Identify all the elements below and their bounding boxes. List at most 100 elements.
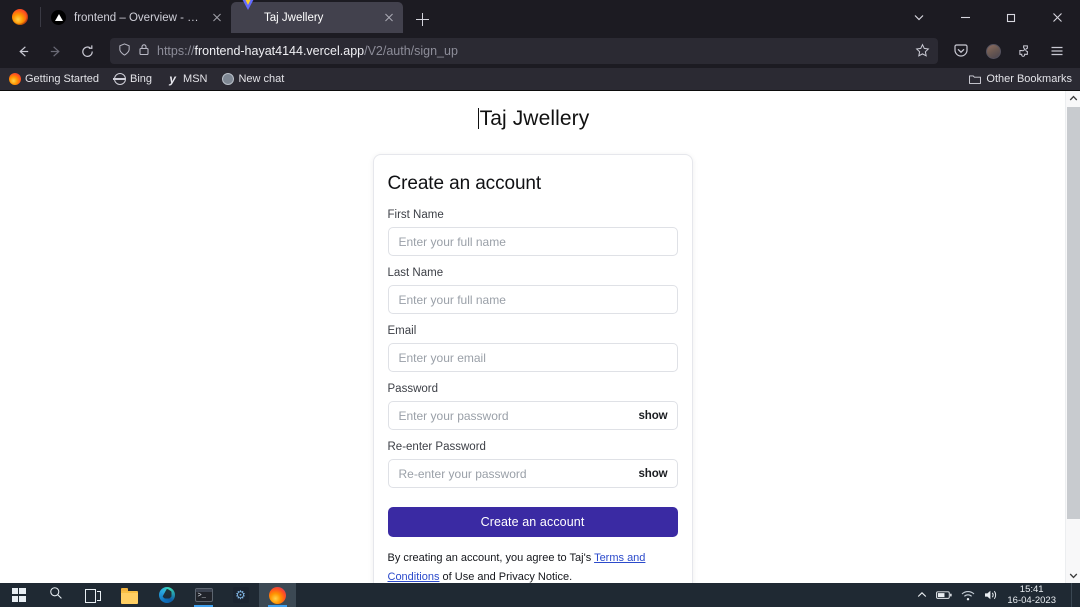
password-label: Password	[387, 383, 439, 395]
scroll-up-arrow-icon[interactable]	[1066, 91, 1080, 106]
account-avatar-icon[interactable]	[978, 37, 1008, 65]
email-input[interactable]	[387, 343, 678, 372]
clock-time: 15:41	[1019, 584, 1044, 595]
bookmark-bing[interactable]: Bing	[113, 73, 152, 86]
terminal-icon	[194, 588, 213, 602]
app-menu-icon[interactable]	[1042, 37, 1072, 65]
shield-icon[interactable]	[118, 43, 131, 59]
extensions-icon[interactable]	[1010, 37, 1040, 65]
taskbar-clock[interactable]: 15:41 16-04-2023	[1007, 584, 1056, 606]
bookmark-label: Getting Started	[25, 73, 99, 85]
field-first-name: First Name	[387, 209, 678, 256]
firefox-window: frontend – Overview - Vercel Taj Jweller…	[0, 0, 1080, 583]
pocket-icon[interactable]	[946, 37, 976, 65]
page-scrollbar[interactable]	[1065, 91, 1080, 583]
taskbar-firefox[interactable]	[259, 583, 296, 607]
lock-icon[interactable]	[138, 43, 150, 59]
restore-button[interactable]	[988, 0, 1034, 34]
address-bar[interactable]: https://frontend-hayat4144.vercel.app/V2…	[110, 38, 938, 64]
other-bookmarks-folder[interactable]: Other Bookmarks	[968, 73, 1072, 86]
bookmark-star-icon[interactable]	[915, 43, 930, 61]
new-tab-button[interactable]	[407, 4, 437, 34]
field-reenter-password: Re-enter Password show	[387, 441, 678, 488]
show-hidden-icons-chevron-up-icon[interactable]	[917, 590, 927, 600]
toggle-password-visibility-button[interactable]: show	[639, 410, 668, 422]
forward-icon[interactable]	[40, 37, 70, 65]
last-name-input[interactable]	[387, 285, 678, 314]
wifi-icon[interactable]	[961, 590, 975, 601]
bookmark-label: Bing	[130, 73, 153, 85]
browser-tab-taj-jwellery[interactable]: Taj Jwellery	[231, 0, 403, 33]
reenter-password-label: Re-enter Password	[387, 441, 486, 453]
toggle-reenter-password-visibility-button[interactable]: show	[639, 468, 668, 480]
chat-icon	[221, 73, 234, 86]
folder-icon	[121, 588, 138, 604]
vercel-icon	[51, 10, 66, 25]
page-content: Taj Jwellery Create an account First Nam…	[0, 90, 1080, 583]
gear-icon: ⚙	[232, 587, 249, 603]
last-name-label: Last Name	[387, 267, 444, 279]
taskbar-settings[interactable]: ⚙	[222, 583, 259, 607]
browser-tab-vercel[interactable]: frontend – Overview - Vercel	[41, 2, 231, 33]
bookmark-msn[interactable]: y MSN	[166, 73, 207, 86]
minimize-button[interactable]	[942, 0, 988, 34]
tab-strip: frontend – Overview - Vercel Taj Jweller…	[0, 0, 1080, 34]
terms-prefix: By creating an account, you agree to Taj…	[387, 552, 592, 564]
search-icon	[49, 586, 63, 605]
msn-icon: y	[169, 72, 176, 86]
scrollbar-thumb[interactable]	[1067, 107, 1080, 519]
scroll-down-arrow-icon[interactable]	[1066, 568, 1080, 583]
other-bookmarks-label: Other Bookmarks	[986, 73, 1072, 85]
page-title: Taj Jwellery	[477, 107, 590, 130]
show-desktop-button[interactable]	[1071, 583, 1072, 607]
close-tab-icon[interactable]	[381, 10, 397, 26]
bookmark-label: MSN	[183, 73, 208, 85]
taskbar-microsoft-edge[interactable]	[148, 583, 185, 607]
taskbar-search-button[interactable]	[37, 583, 74, 607]
first-name-input[interactable]	[387, 227, 678, 256]
vite-icon	[241, 0, 256, 25]
close-tab-icon[interactable]	[209, 10, 225, 26]
tab-title: Taj Jwellery	[264, 11, 324, 24]
password-input[interactable]	[387, 401, 678, 430]
firefox-app-icon	[0, 0, 40, 34]
task-view-button[interactable]	[74, 583, 111, 607]
window-controls	[896, 0, 1080, 34]
bookmark-getting-started[interactable]: Getting Started	[8, 73, 99, 86]
navigation-toolbar: https://frontend-hayat4144.vercel.app/V2…	[0, 34, 1080, 68]
field-last-name: Last Name	[387, 267, 678, 314]
card-heading: Create an account	[387, 173, 542, 194]
windows-taskbar: ⚙ 15:41 16-04-2023	[0, 583, 1080, 607]
create-account-button[interactable]: Create an account	[387, 507, 678, 537]
signup-card: Create an account First Name Last Name	[372, 154, 693, 583]
windows-logo-icon	[11, 588, 26, 602]
start-button[interactable]	[0, 583, 37, 607]
taskbar-terminal[interactable]	[185, 583, 222, 607]
taskbar-file-explorer[interactable]	[111, 583, 148, 607]
firefox-icon	[8, 73, 21, 86]
back-icon[interactable]	[8, 37, 38, 65]
volume-icon[interactable]	[984, 589, 998, 601]
page-viewport: Taj Jwellery Create an account First Nam…	[0, 91, 1065, 583]
field-email: Email	[387, 325, 678, 372]
bookmarks-bar: Getting Started Bing y MSN New chat Othe…	[0, 68, 1080, 90]
bookmark-new-chat[interactable]: New chat	[221, 73, 284, 86]
clock-date: 16-04-2023	[1007, 595, 1056, 606]
close-button[interactable]	[1034, 0, 1080, 34]
screen: frontend – Overview - Vercel Taj Jweller…	[0, 0, 1080, 607]
reenter-password-input[interactable]	[387, 459, 678, 488]
task-view-icon	[84, 589, 101, 603]
field-password: Password show	[387, 383, 678, 430]
text-caret	[477, 108, 479, 129]
folder-icon	[968, 73, 981, 86]
terms-notice: By creating an account, you agree to Taj…	[388, 549, 678, 583]
url-text: https://frontend-hayat4144.vercel.app/V2…	[157, 44, 458, 58]
firefox-icon	[269, 586, 286, 604]
tab-title: frontend – Overview - Vercel	[74, 11, 201, 24]
globe-icon	[113, 73, 126, 86]
bookmark-label: New chat	[238, 73, 285, 85]
battery-icon[interactable]	[936, 590, 953, 600]
email-label: Email	[387, 325, 417, 337]
reload-icon[interactable]	[72, 37, 102, 65]
tab-list-chevron-down-icon[interactable]	[896, 0, 942, 34]
